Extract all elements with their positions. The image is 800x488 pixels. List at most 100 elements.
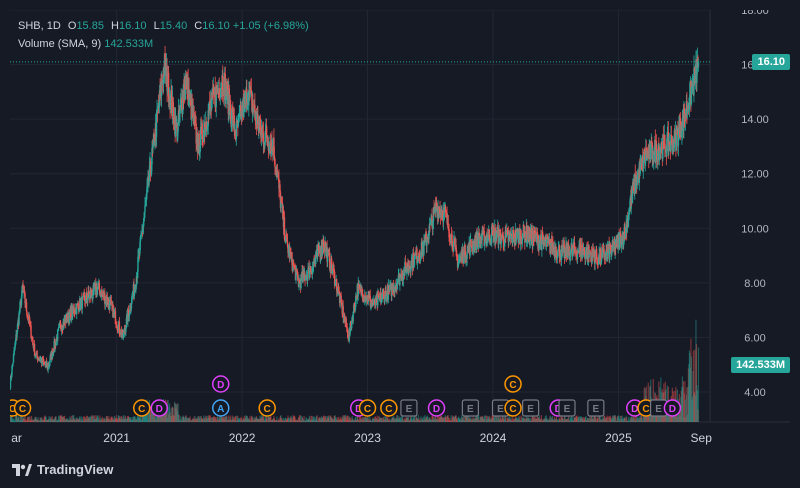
event-label: C bbox=[19, 404, 26, 415]
event-marker-earnings[interactable]: E bbox=[558, 399, 576, 417]
x-tick-label: 2025 bbox=[605, 431, 632, 445]
low-value: 15.40 bbox=[159, 20, 188, 32]
open-value: 15.85 bbox=[76, 20, 104, 32]
candle-body bbox=[470, 239, 472, 247]
event-label: A bbox=[217, 404, 224, 415]
high-key: H bbox=[111, 20, 119, 32]
event-label: C bbox=[509, 404, 516, 415]
event-label: E bbox=[593, 404, 600, 415]
candle-body bbox=[413, 254, 416, 266]
event-label: E bbox=[655, 404, 662, 415]
brand-name: TradingView bbox=[37, 462, 114, 477]
candle-body bbox=[452, 241, 455, 252]
candle-body bbox=[36, 351, 38, 356]
candle-body bbox=[140, 235, 142, 237]
event-marker-earnings[interactable]: E bbox=[461, 399, 479, 417]
volume-badge: 142.533M bbox=[731, 357, 790, 373]
event-label: E bbox=[406, 404, 413, 415]
x-tick-label: 2023 bbox=[354, 431, 381, 445]
close-value: 16.10 bbox=[202, 20, 230, 32]
event-label: E bbox=[564, 404, 571, 415]
event-label: D bbox=[217, 380, 224, 391]
candle-body bbox=[447, 215, 449, 228]
last-price-badge: 16.10 bbox=[752, 53, 790, 70]
event-marker-corporate[interactable]: C bbox=[132, 399, 151, 417]
event-marker-analyst[interactable]: A bbox=[212, 399, 230, 417]
candle-body bbox=[309, 268, 312, 272]
x-tick-label: 2022 bbox=[229, 431, 256, 445]
candle-body bbox=[642, 161, 644, 172]
event-label: D bbox=[631, 404, 638, 415]
event-marker-dividend[interactable]: D bbox=[427, 399, 446, 417]
candle-body bbox=[697, 61, 700, 68]
y-tick-label: 12.00 bbox=[741, 169, 769, 181]
y-tick-label: 18.00 bbox=[741, 10, 769, 17]
y-tick-label: 14.00 bbox=[741, 114, 769, 126]
candle-body bbox=[675, 130, 678, 151]
candle-body bbox=[25, 302, 28, 312]
y-tick-label: 4.00 bbox=[744, 387, 765, 399]
candle-body bbox=[466, 251, 468, 259]
chart-frame[interactable]: 4.006.008.0010.0012.0014.0016.0018.00ar2… bbox=[10, 10, 790, 450]
candle-body bbox=[55, 340, 57, 346]
event-label: C bbox=[385, 404, 392, 415]
event-label: C bbox=[264, 404, 271, 415]
candle-body bbox=[426, 239, 428, 246]
candle-body bbox=[222, 76, 224, 91]
event-label: C bbox=[364, 404, 371, 415]
event-label: C bbox=[509, 380, 516, 391]
candle-body bbox=[96, 288, 99, 295]
volume-label[interactable]: Volume (SMA, 9) bbox=[18, 38, 101, 50]
candle-body bbox=[483, 241, 486, 246]
candle-body bbox=[33, 344, 36, 356]
volume-legend: Volume (SMA, 9) 142.533M bbox=[18, 38, 153, 50]
candle-body bbox=[130, 303, 133, 309]
candle-body bbox=[219, 97, 221, 99]
price-chart[interactable]: 4.006.008.0010.0012.0014.0016.0018.00ar2… bbox=[10, 10, 790, 450]
x-tick-label: 2024 bbox=[480, 431, 507, 445]
candle-body bbox=[396, 282, 399, 290]
event-label: D bbox=[433, 404, 440, 415]
event-marker-corporate[interactable]: C bbox=[258, 399, 276, 417]
symbol-label[interactable]: SHB bbox=[18, 20, 41, 32]
candle-body bbox=[235, 121, 238, 140]
event-label: D bbox=[156, 404, 163, 415]
y-tick-label: 8.00 bbox=[744, 278, 765, 290]
candle-body bbox=[274, 158, 276, 167]
event-marker-corporate[interactable]: C bbox=[504, 375, 522, 393]
event-marker-corporate[interactable]: C bbox=[504, 399, 522, 417]
x-tick-label: ar bbox=[11, 431, 22, 445]
event-marker-corporate[interactable]: C bbox=[13, 399, 32, 417]
y-tick-label: 10.00 bbox=[741, 223, 769, 235]
event-label: E bbox=[527, 404, 534, 415]
event-label: C bbox=[642, 404, 649, 415]
change-value: +1.05 (+6.98%) bbox=[232, 20, 309, 32]
interval-label[interactable]: 1D bbox=[47, 20, 61, 32]
candle-body bbox=[405, 262, 407, 268]
candle-body bbox=[131, 296, 133, 304]
event-marker-corporate[interactable]: C bbox=[358, 399, 377, 417]
y-tick-label: 6.00 bbox=[744, 332, 765, 344]
candle-body bbox=[81, 296, 83, 309]
candle-body bbox=[399, 278, 401, 285]
event-marker-dividend[interactable]: D bbox=[150, 399, 169, 417]
event-marker-dividend[interactable]: D bbox=[212, 375, 230, 393]
tradingview-icon bbox=[12, 463, 32, 476]
event-label: D bbox=[669, 404, 676, 415]
candle-body bbox=[57, 326, 60, 329]
volume-bar bbox=[697, 347, 700, 422]
event-label: E bbox=[497, 404, 504, 415]
x-tick-label: Sep bbox=[691, 431, 713, 445]
tradingview-logo[interactable]: TradingView bbox=[12, 462, 113, 477]
event-marker-earnings[interactable]: E bbox=[522, 399, 540, 417]
event-label: C bbox=[138, 404, 145, 415]
event-marker-earnings[interactable]: E bbox=[400, 399, 418, 417]
candle-body bbox=[306, 271, 309, 281]
event-marker-dividend[interactable]: D bbox=[663, 399, 682, 417]
volume-value: 142.533M bbox=[104, 38, 154, 50]
event-marker-corporate[interactable]: C bbox=[380, 399, 398, 417]
ohlc-legend: SHB, 1D O15.85 H16.10 L15.40 C16.10 +1.0… bbox=[18, 20, 309, 32]
event-marker-earnings[interactable]: E bbox=[587, 399, 605, 417]
high-value: 16.10 bbox=[118, 20, 147, 32]
candle-body bbox=[542, 234, 544, 237]
